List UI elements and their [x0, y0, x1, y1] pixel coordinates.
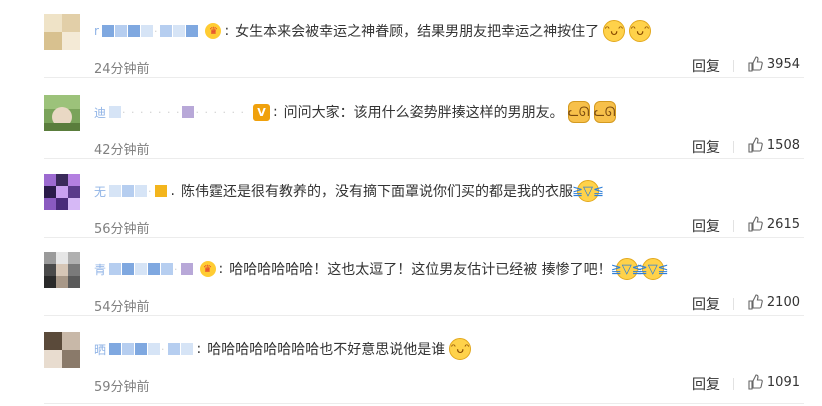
comment-line: 晒 · : 哈哈哈哈哈哈哈哈也不好意思说他是谁 ᵔᴗᵔ — [94, 338, 472, 360]
reply-button[interactable]: 回复 — [692, 216, 720, 236]
avatar[interactable] — [44, 252, 80, 288]
comment-line: 青 · ♛ : 哈哈哈哈哈哈！这也太逗了！这位男友估计已经被 揍惨了吧！ ≧▽≦… — [94, 258, 669, 280]
colon: : — [218, 261, 224, 277]
divider — [733, 298, 734, 310]
cat-emoji-icon: ᓚᘏ — [567, 101, 590, 123]
colon: : — [224, 23, 230, 39]
crying-laughing-emoji-icon: ≧▽≦ — [611, 258, 643, 280]
comment-line: 无 · . 陈伟霆还是很有教养的，没有摘下面罩说你们买的都是我的衣服 ≧▽≦ — [94, 180, 604, 202]
comment-text: 哈哈哈哈哈哈哈哈也不好意思说他是谁 — [207, 342, 446, 358]
verified-v-badge-icon: V — [252, 103, 270, 121]
avatar[interactable] — [44, 14, 80, 50]
comment-divider — [44, 77, 804, 78]
like-button[interactable]: 2100 — [747, 294, 800, 310]
username[interactable]: r · — [94, 22, 199, 40]
avatar[interactable] — [44, 95, 80, 131]
timestamp: 54分钟前 — [94, 300, 150, 315]
comment-line: r · ♛ : 女生本来会被幸运之神眷顾，结果男朋友把幸运之神按住了 ᵔᴗᵔ ᵔ… — [94, 20, 652, 42]
comment-text: 女生本来会被幸运之神眷顾，结果男朋友把幸运之神按住了 — [235, 24, 600, 40]
crying-laughing-emoji-icon: ≧▽≦ — [637, 258, 669, 280]
cat-emoji-icon: ᓚᘏ — [593, 101, 616, 123]
comment-line: 迪 · · · · · · · · · · · · · V : 问问大家：该用什么… — [94, 101, 616, 123]
comment-text: 陈伟霆还是很有教养的，没有摘下面罩说你们买的都是我的衣服 — [180, 184, 573, 200]
reply-button[interactable]: 回复 — [692, 294, 720, 314]
comment-item: 无 · . 陈伟霆还是很有教养的，没有摘下面罩说你们买的都是我的衣服 ≧▽≦ 5… — [0, 160, 822, 238]
reply-button[interactable]: 回复 — [692, 56, 720, 76]
timestamp: 59分钟前 — [94, 380, 150, 395]
username[interactable]: 青 · — [94, 260, 194, 278]
laughing-emoji-icon: ᵔᴗᵔ — [603, 20, 626, 42]
avatar[interactable] — [44, 332, 80, 368]
comment-list: r · ♛ : 女生本来会被幸运之神眷顾，结果男朋友把幸运之神按住了 ᵔᴗᵔ ᵔ… — [0, 0, 822, 406]
comment-item: r · ♛ : 女生本来会被幸运之神眷顾，结果男朋友把幸运之神按住了 ᵔᴗᵔ ᵔ… — [0, 0, 822, 78]
username[interactable]: 晒 · — [94, 340, 194, 358]
thumbs-up-icon — [748, 56, 763, 72]
avatar[interactable] — [44, 174, 80, 210]
thumbs-up-icon — [748, 216, 763, 232]
comment-item: 青 · ♛ : 哈哈哈哈哈哈！这也太逗了！这位男友估计已经被 揍惨了吧！ ≧▽≦… — [0, 238, 822, 316]
thumbs-up-icon — [748, 137, 763, 153]
thumbs-up-icon — [748, 374, 763, 390]
like-count: 1508 — [766, 137, 800, 153]
like-count: 2100 — [766, 294, 800, 310]
like-count: 2615 — [766, 216, 800, 232]
username[interactable]: 无 · — [94, 182, 168, 200]
crown-badge-icon: ♛ — [199, 261, 216, 277]
crown-badge-icon: ♛ — [205, 23, 222, 39]
reply-button[interactable]: 回复 — [692, 137, 720, 157]
colon: : — [196, 341, 202, 357]
laughing-emoji-icon: ᵔᴗᵔ — [449, 338, 472, 360]
comment-text: 哈哈哈哈哈哈！这也太逗了！这位男友估计已经被 揍惨了吧！ — [229, 262, 612, 278]
like-button[interactable]: 1508 — [747, 137, 800, 153]
comment-divider — [44, 403, 804, 404]
like-button[interactable]: 3954 — [747, 56, 800, 72]
timestamp: 56分钟前 — [94, 222, 150, 237]
like-button[interactable]: 2615 — [747, 216, 800, 232]
comment-divider — [44, 315, 804, 316]
comment-divider — [44, 158, 804, 159]
timestamp: 42分钟前 — [94, 143, 150, 158]
divider — [733, 60, 734, 72]
comment-item: 迪 · · · · · · · · · · · · · V : 问问大家：该用什么… — [0, 81, 822, 159]
like-button[interactable]: 1091 — [747, 374, 800, 390]
like-count: 1091 — [766, 374, 800, 390]
divider — [733, 141, 734, 153]
thumbs-up-icon — [748, 294, 763, 310]
reply-button[interactable]: 回复 — [692, 374, 720, 394]
divider — [733, 220, 734, 232]
crying-laughing-emoji-icon: ≧▽≦ — [572, 180, 604, 202]
timestamp: 24分钟前 — [94, 62, 150, 77]
comment-item: 晒 · : 哈哈哈哈哈哈哈哈也不好意思说他是谁 ᵔᴗᵔ 59分钟前 回复 109… — [0, 318, 822, 406]
laughing-emoji-icon: ᵔᴗᵔ — [629, 20, 652, 42]
divider — [733, 378, 734, 390]
colon: . — [170, 183, 175, 199]
colon: : — [272, 104, 278, 120]
like-count: 3954 — [766, 56, 800, 72]
comment-text: 问问大家：该用什么姿势胖揍这样的男朋友。 — [283, 105, 564, 121]
username[interactable]: 迪 · · · · · · · · · · · · · — [94, 103, 247, 121]
